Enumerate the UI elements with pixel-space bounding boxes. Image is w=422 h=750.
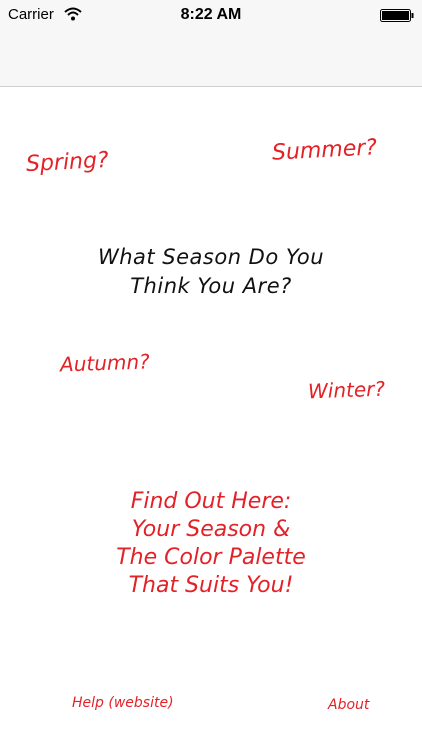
cta-line-4: That Suits You! xyxy=(128,573,294,598)
find-out-button[interactable]: Find Out Here: Your Season & The Color P… xyxy=(0,488,422,600)
status-bar: Carrier 8:22 AM xyxy=(0,0,422,34)
cta-line-3: The Color Palette xyxy=(116,545,306,570)
about-link[interactable]: About xyxy=(328,697,369,713)
cta-line-2: Your Season & xyxy=(131,517,291,542)
spring-label: Spring? xyxy=(25,147,110,178)
cta-line-1: Find Out Here: xyxy=(130,489,292,514)
help-website-link[interactable]: Help (website) xyxy=(72,695,174,711)
season-question: What Season Do You Think You Are? xyxy=(0,243,422,301)
battery-icon xyxy=(380,9,414,22)
question-line-1: What Season Do You xyxy=(97,245,325,269)
autumn-label: Autumn? xyxy=(59,349,151,377)
summer-label: Summer? xyxy=(271,135,378,166)
question-line-2: Think You Are? xyxy=(130,274,292,298)
status-time: 8:22 AM xyxy=(180,6,242,23)
winter-label: Winter? xyxy=(307,376,386,404)
navigation-bar xyxy=(0,34,422,87)
